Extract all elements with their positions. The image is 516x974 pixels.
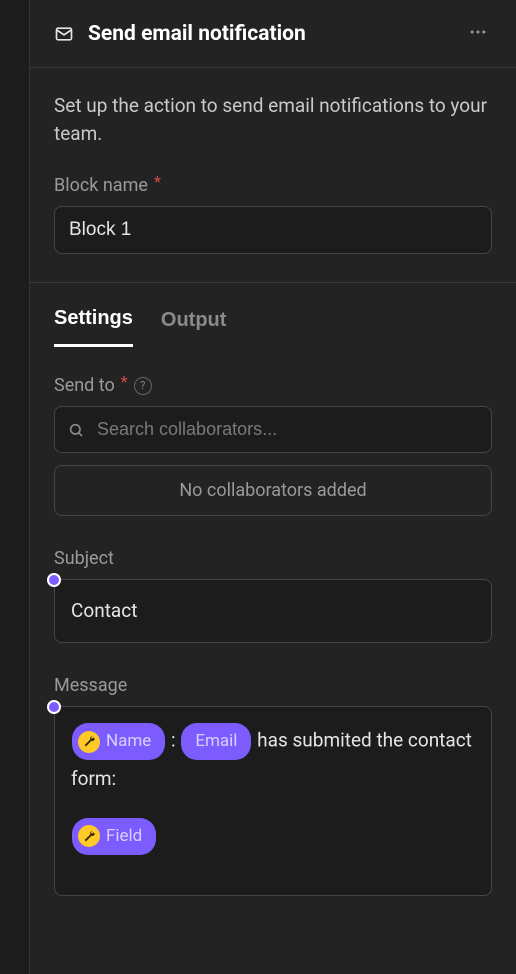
subject-label: Subject [54,548,492,569]
message-field: Message Name : Email [54,675,492,896]
wrench-icon [78,825,100,847]
message-line-1: Name : Email has submited the contact fo… [71,721,475,796]
panel-description: Set up the action to send email notifica… [54,92,492,147]
variable-pill-email[interactable]: Email [181,723,251,760]
subject-value: Contact [71,599,137,622]
subject-input[interactable]: Contact [54,579,492,643]
message-input[interactable]: Name : Email has submited the contact fo… [54,706,492,896]
mail-icon [54,24,74,44]
required-indicator: * [154,172,161,191]
help-icon[interactable]: ? [134,377,152,395]
connector-dot[interactable] [47,573,61,587]
block-name-input[interactable] [54,206,492,254]
wrench-icon [78,731,100,753]
config-panel: Send email notification Set up the actio… [30,0,516,974]
more-options-button[interactable] [464,18,492,49]
settings-body: Send to * ? No collaborators added Subje… [30,347,516,956]
subject-field: Subject Contact [54,548,492,643]
tab-output[interactable]: Output [161,307,227,347]
search-icon [68,422,84,438]
tabs: Settings Output [30,283,516,347]
panel-title: Send email notification [88,22,450,46]
message-label: Message [54,675,492,696]
search-collaborators-input[interactable] [54,406,492,453]
sidebar-edge [0,0,30,974]
top-section: Set up the action to send email notifica… [30,68,516,283]
panel-header: Send email notification [30,0,516,68]
send-to-label: Send to * ? [54,375,492,396]
block-name-label: Block name * [54,175,492,196]
no-collaborators-box: No collaborators added [54,465,492,516]
required-indicator: * [121,372,128,391]
send-to-field: Send to * ? No collaborators added [54,375,492,516]
message-line-2: Field [71,816,475,857]
variable-pill-name[interactable]: Name [72,723,165,760]
separator: : [171,729,176,752]
tab-settings[interactable]: Settings [54,307,133,347]
search-collaborators-wrap [54,406,492,453]
variable-pill-field[interactable]: Field [72,818,156,855]
dots-horizontal-icon [468,22,488,42]
